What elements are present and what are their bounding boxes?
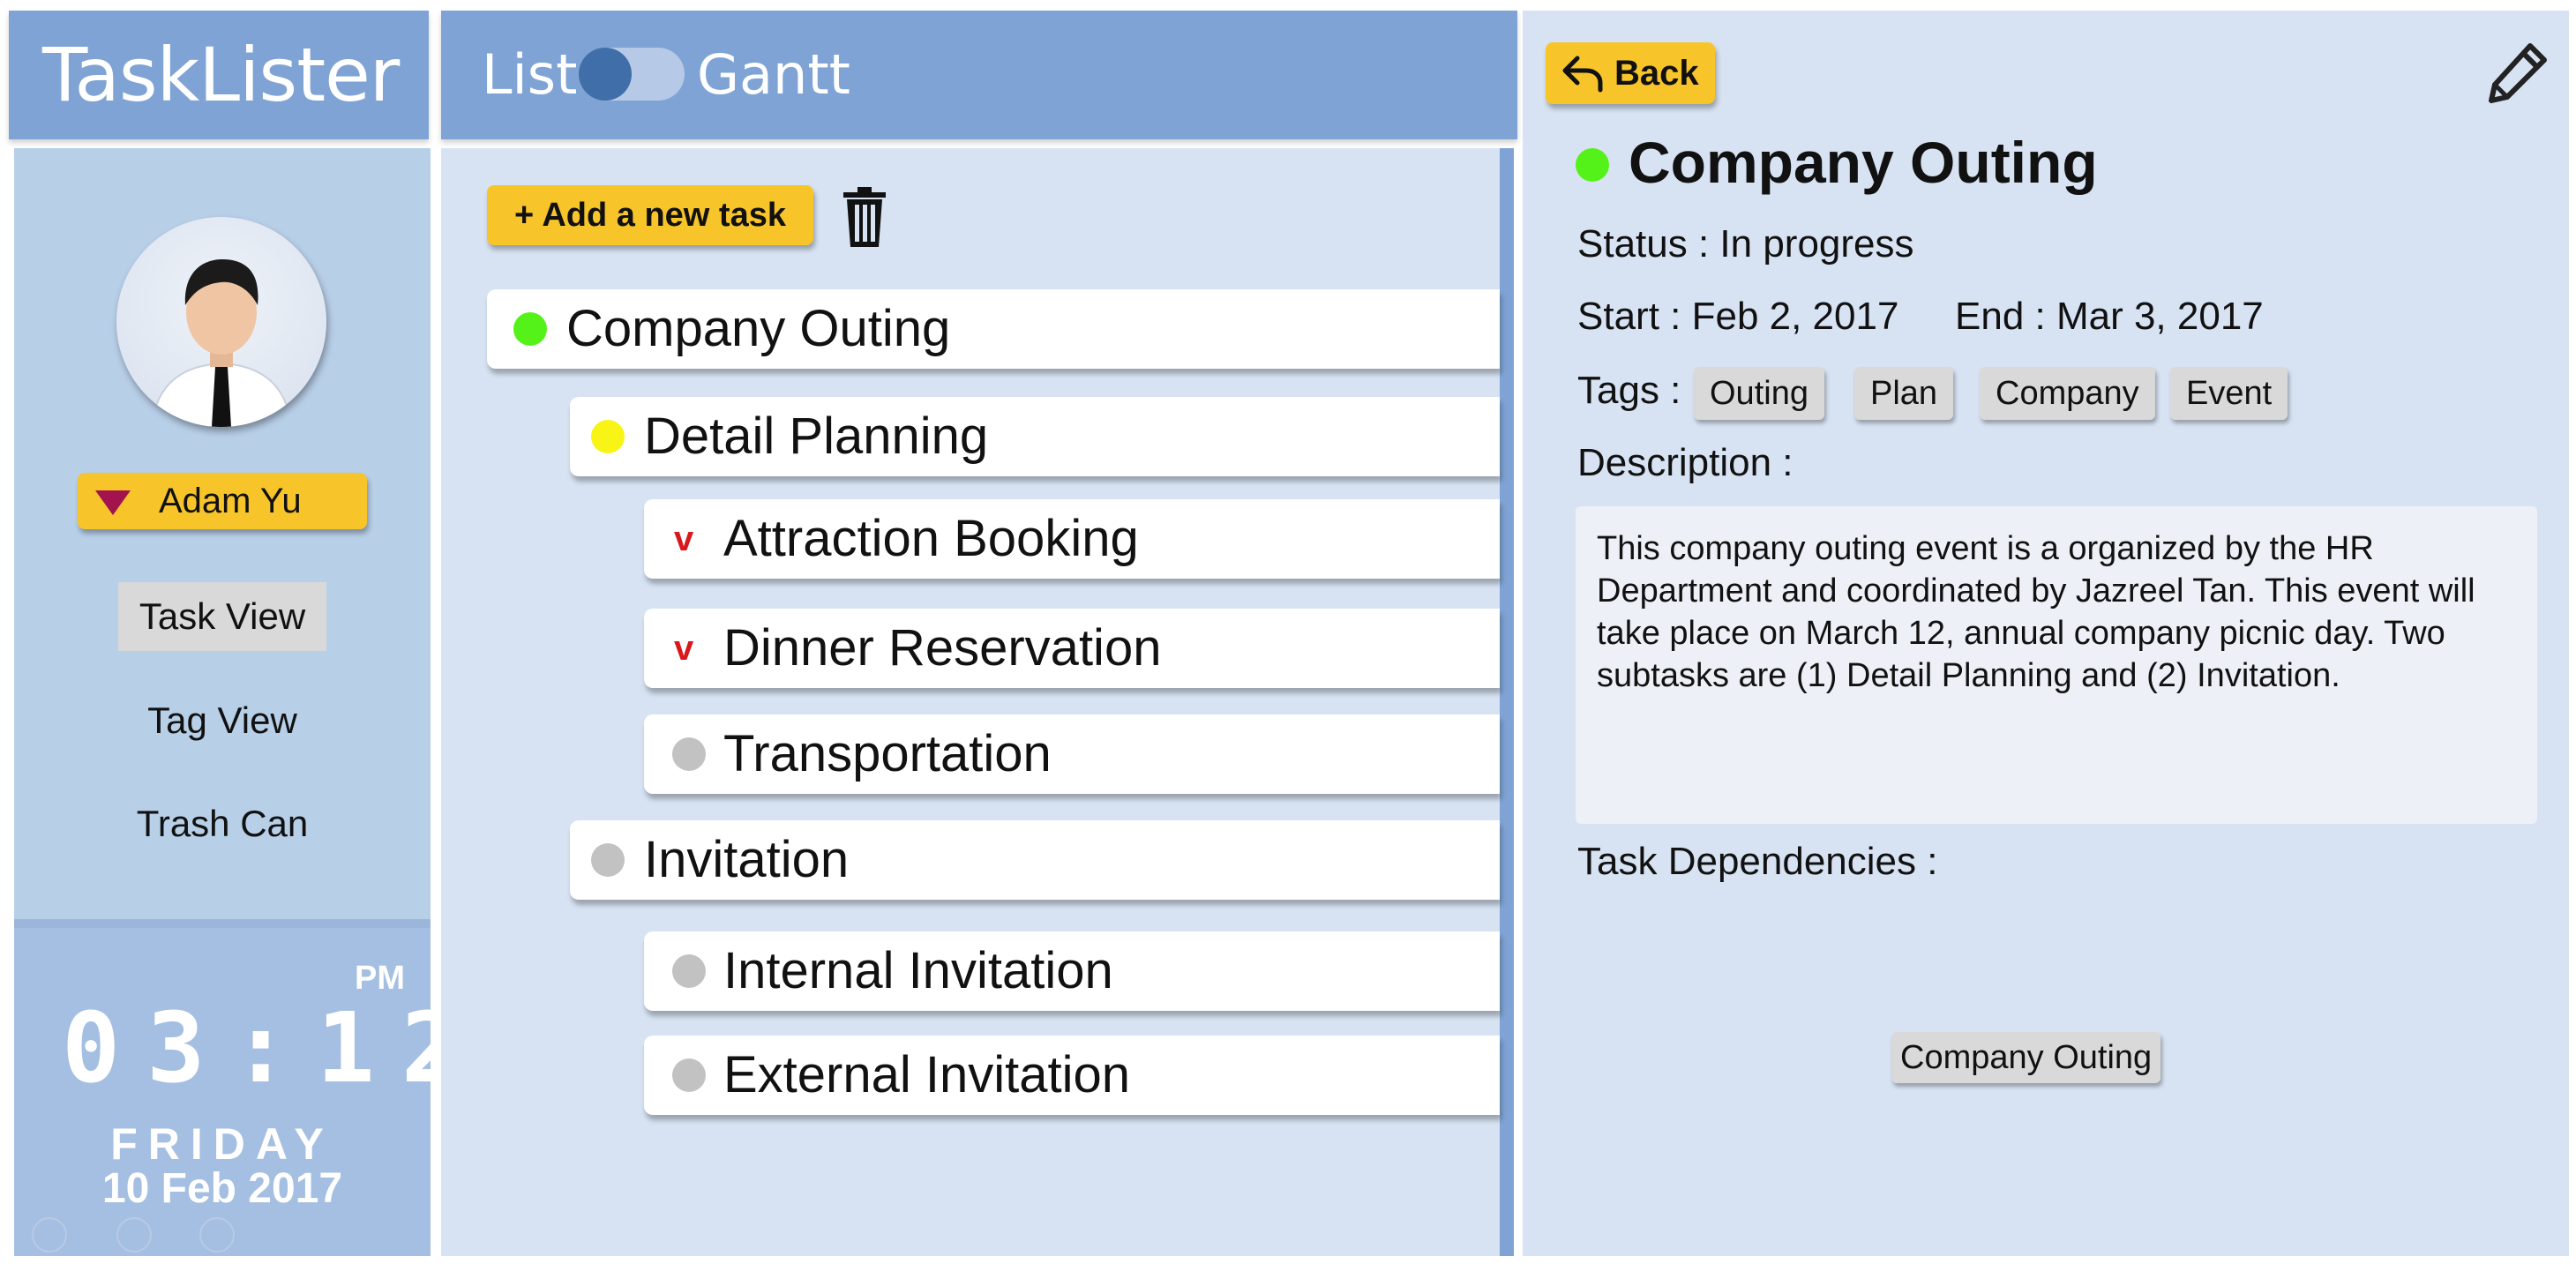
- trash-icon[interactable]: [840, 185, 889, 249]
- view-mode-toggle[interactable]: [579, 48, 685, 101]
- avatar[interactable]: [116, 217, 326, 427]
- clock-date: 10 Feb 2017: [101, 1165, 343, 1212]
- toggle-knob: [579, 48, 632, 101]
- task-title: Company Outing: [1629, 130, 2098, 195]
- task-item[interactable]: Detail Planning: [570, 397, 1500, 476]
- user-name: Adam Yu: [159, 482, 302, 520]
- back-arrow-icon: [1562, 56, 1603, 93]
- task-item[interactable]: Internal Invitation: [644, 931, 1500, 1011]
- list-mode-label[interactable]: List: [482, 11, 577, 139]
- tag-chip[interactable]: Company: [1980, 367, 2155, 420]
- task-label: Transportation: [723, 725, 1052, 782]
- task-label: Company Outing: [566, 300, 951, 357]
- task-label: Invitation: [644, 831, 850, 888]
- task-label: Dinner Reservation: [723, 619, 1162, 677]
- task-start-date: Start : Feb 2, 2017: [1577, 295, 1899, 338]
- status-dot-icon: [672, 954, 706, 988]
- done-check-icon: v: [674, 629, 694, 668]
- done-check-icon: v: [674, 520, 694, 558]
- dependency-chip[interactable]: Company Outing: [1891, 1032, 2161, 1083]
- clock-day: FRIDAY: [110, 1119, 334, 1169]
- tags-label: Tags :: [1577, 369, 1681, 412]
- description-text[interactable]: This company outing event is a organized…: [1576, 506, 2537, 824]
- search-icon[interactable]: [116, 1217, 152, 1253]
- status-dot-icon: [591, 420, 625, 453]
- task-item[interactable]: Invitation: [570, 820, 1500, 900]
- task-label: External Invitation: [723, 1046, 1131, 1103]
- add-task-button[interactable]: + Add a new task: [487, 185, 813, 245]
- task-item[interactable]: Company Outing: [487, 289, 1500, 369]
- clock-time: 03:12: [62, 991, 487, 1104]
- gantt-mode-label[interactable]: Gantt: [697, 11, 850, 139]
- scrollbar[interactable]: [1500, 148, 1514, 1256]
- calendar-icon[interactable]: [32, 1217, 67, 1253]
- sidebar-item-trash-can[interactable]: Trash Can: [14, 789, 431, 858]
- back-label: Back: [1614, 54, 1699, 93]
- task-item[interactable]: v Dinner Reservation: [644, 609, 1500, 688]
- dropdown-triangle-icon: [95, 490, 131, 515]
- description-label: Description :: [1577, 441, 1793, 484]
- sidebar-item-task-view[interactable]: Task View: [14, 582, 431, 651]
- user-photo-icon: [150, 259, 293, 427]
- task-end-date: End : Mar 3, 2017: [1955, 295, 2264, 338]
- task-status: Status : In progress: [1577, 222, 1914, 266]
- user-menu-button[interactable]: Adam Yu: [78, 473, 367, 529]
- status-dot-icon: [513, 312, 547, 346]
- tag-chip[interactable]: Outing: [1694, 367, 1824, 420]
- dependencies-label: Task Dependencies :: [1577, 840, 1938, 883]
- task-item[interactable]: v Attraction Booking: [644, 499, 1500, 579]
- task-item[interactable]: Transportation: [644, 714, 1500, 794]
- status-dot-icon: [672, 1058, 706, 1092]
- task-label: Detail Planning: [644, 408, 989, 465]
- status-dot-icon: [672, 737, 706, 771]
- task-label: Attraction Booking: [723, 510, 1139, 567]
- sidebar-item-tag-view[interactable]: Tag View: [14, 686, 431, 755]
- tag-chip[interactable]: Event: [2170, 367, 2288, 420]
- more-icon[interactable]: [199, 1217, 235, 1253]
- task-item[interactable]: External Invitation: [644, 1036, 1500, 1115]
- task-label: Internal Invitation: [723, 942, 1113, 999]
- tag-chip[interactable]: Plan: [1854, 367, 1954, 420]
- back-button[interactable]: Back: [1546, 42, 1715, 104]
- sidebar-item-label: Trash Can: [136, 803, 309, 844]
- status-dot-icon: [591, 843, 625, 877]
- edit-pencil-icon[interactable]: [2484, 41, 2550, 106]
- sidebar-item-label: Tag View: [147, 699, 297, 741]
- sidebar-item-label: Task View: [117, 582, 327, 651]
- status-dot-icon: [1576, 148, 1609, 182]
- app-title: TaskLister: [9, 11, 429, 139]
